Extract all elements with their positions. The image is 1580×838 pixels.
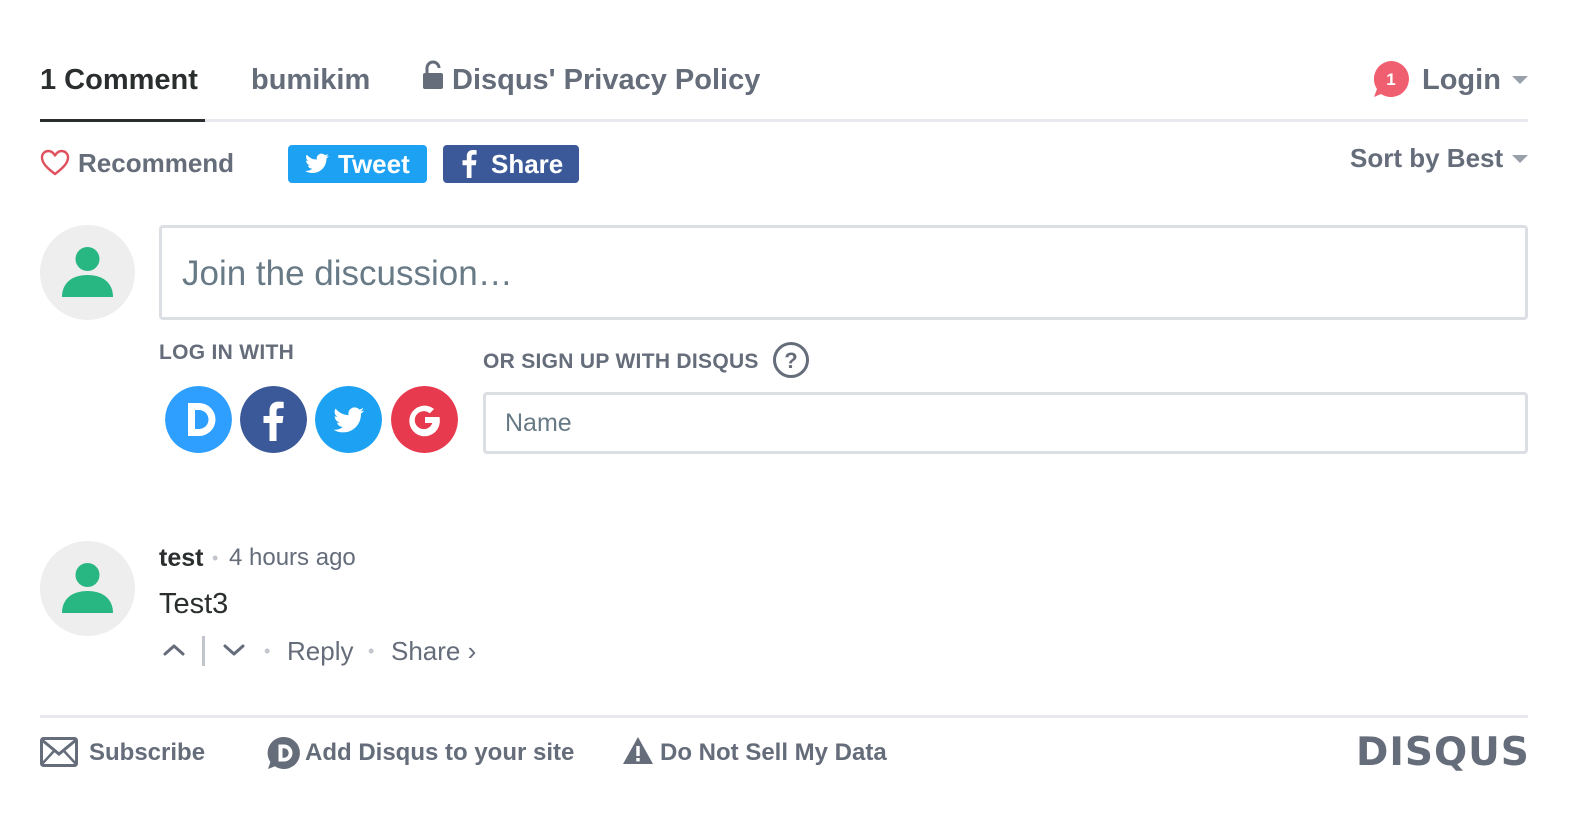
comment-input[interactable] xyxy=(162,228,1525,317)
meta-separator: • xyxy=(212,548,219,568)
comment-body: Test3 xyxy=(159,588,229,620)
footer-divider xyxy=(40,715,1528,718)
tab-privacy-label: Disqus' Privacy Policy xyxy=(452,64,761,96)
log-in-with-label: LOG IN WITH xyxy=(159,341,295,364)
sort-label: Sort by Best xyxy=(1350,143,1504,173)
thread-nav: 1 Comment bumikim Disqus' Privacy Policy… xyxy=(40,52,1528,122)
help-glyph: ? xyxy=(784,348,797,373)
user-icon xyxy=(62,247,113,297)
reply-link[interactable]: Reply xyxy=(287,634,353,668)
name-field[interactable] xyxy=(486,395,1525,451)
twitter-icon[interactable] xyxy=(315,386,382,453)
facebook-icon[interactable] xyxy=(240,386,307,453)
user-icon xyxy=(62,563,113,613)
tab-comments-label: 1 Comment xyxy=(40,64,198,96)
tweet-label: Tweet xyxy=(338,149,410,179)
facebook-share-label: Share xyxy=(491,149,564,179)
disqus-logo[interactable]: DISQUS xyxy=(1356,733,1530,773)
lock-icon xyxy=(423,60,443,89)
avatar xyxy=(40,225,135,320)
warning-icon xyxy=(623,737,653,764)
comment-composer[interactable] xyxy=(159,225,1528,320)
notification-count: 1 xyxy=(1386,70,1395,89)
heart-icon xyxy=(40,149,70,176)
tab-community[interactable]: bumikim xyxy=(251,62,370,102)
disqus-icon[interactable] xyxy=(165,386,232,453)
tab-community-label: bumikim xyxy=(251,64,371,96)
facebook-icon xyxy=(462,150,477,178)
tab-comments[interactable]: 1 Comment xyxy=(40,62,198,102)
active-tab-underline xyxy=(40,119,205,122)
facebook-share-button[interactable]: Share xyxy=(443,145,579,183)
chevron-down-icon xyxy=(1512,155,1528,163)
comment-avatar[interactable] xyxy=(40,541,135,636)
envelope-icon xyxy=(40,737,78,767)
downvote-icon[interactable] xyxy=(220,636,248,664)
tab-privacy-policy[interactable]: Disqus' Privacy Policy xyxy=(452,62,760,102)
upvote-icon[interactable] xyxy=(160,636,188,664)
comment-author[interactable]: test xyxy=(159,542,203,574)
twitter-icon xyxy=(305,153,329,173)
chevron-down-icon xyxy=(1512,76,1528,84)
login-label: Login xyxy=(1422,64,1501,96)
tweet-button[interactable]: Tweet xyxy=(288,145,427,183)
notification-badge[interactable]: 1 xyxy=(1372,60,1410,98)
help-icon[interactable]: ? xyxy=(772,341,810,379)
comment-share-link[interactable]: Share › xyxy=(391,634,476,668)
recommend-label: Recommend xyxy=(78,148,235,178)
signup-label: OR SIGN UP WITH DISQUS xyxy=(483,350,759,373)
action-separator: • xyxy=(264,641,271,661)
action-separator: • xyxy=(368,641,375,661)
disqus-thread: 1 Comment bumikim Disqus' Privacy Policy… xyxy=(40,0,1530,838)
disqus-logo-icon xyxy=(267,736,300,769)
sort-dropdown[interactable]: Sort by Best xyxy=(1350,140,1503,176)
add-disqus-label: Add Disqus to your site xyxy=(305,739,575,766)
comment-timestamp[interactable]: 4 hours ago xyxy=(229,542,356,574)
subscribe-label: Subscribe xyxy=(89,739,206,766)
login-menu[interactable]: Login xyxy=(1422,62,1501,98)
vote-divider xyxy=(202,636,205,666)
do-not-sell-label: Do Not Sell My Data xyxy=(660,739,887,766)
name-field-wrapper xyxy=(483,392,1528,454)
google-icon[interactable] xyxy=(391,386,458,453)
